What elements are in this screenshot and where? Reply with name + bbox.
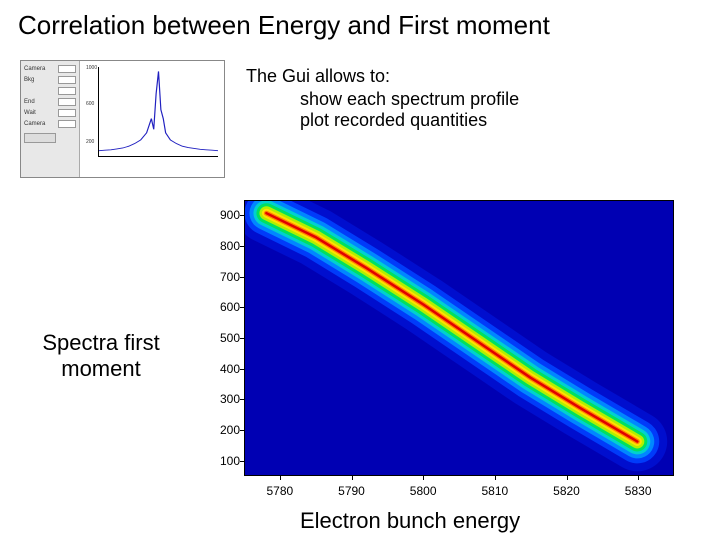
heatmap-plot-area <box>244 200 674 476</box>
gui-input <box>58 65 76 73</box>
bullet-item: plot recorded quantities <box>300 110 519 131</box>
spectrum-trace <box>99 71 218 150</box>
gui-ytick: 200 <box>86 139 94 145</box>
gui-input <box>58 120 76 128</box>
gui-control-panel: Camera Bkg End Wait Camera <box>21 61 79 177</box>
heatmap-ytick: 700 <box>210 270 240 284</box>
heatmap-ylabel: Spectra first moment <box>26 330 176 382</box>
bullet-item: show each spectrum profile <box>300 89 519 110</box>
gui-field-label: Bkg <box>24 77 56 83</box>
gui-field-label: Camera <box>24 66 56 72</box>
heatmap-ytick: 200 <box>210 423 240 437</box>
gui-button <box>24 133 56 143</box>
gui-screenshot: Camera Bkg End Wait Camera 1000 600 200 <box>20 60 225 178</box>
gui-input <box>58 76 76 84</box>
gui-field-label: Wait <box>24 110 56 116</box>
gui-spectrum-plot: 1000 600 200 <box>79 61 224 177</box>
gui-input <box>58 87 76 95</box>
heatmap-ytick: 100 <box>210 454 240 468</box>
heatmap-xtick: 5820 <box>553 484 580 498</box>
heatmap-ytick: 400 <box>210 362 240 376</box>
heatmap-ytick: 900 <box>210 208 240 222</box>
heatmap-canvas <box>245 201 673 475</box>
heatmap-xtick: 5790 <box>338 484 365 498</box>
gui-ytick: 1000 <box>86 65 97 71</box>
heatmap-xtick: 5800 <box>410 484 437 498</box>
gui-field-label: Camera <box>24 121 56 127</box>
heatmap-figure: 100 200 300 400 500 600 700 800 900 5780 5790 5800 5… <box>196 196 686 508</box>
heatmap-xtick: 5830 <box>625 484 652 498</box>
heatmap-ytick: 800 <box>210 239 240 253</box>
heatmap-xtick: 5780 <box>266 484 293 498</box>
gui-field-label: End <box>24 99 56 105</box>
gui-input <box>58 98 76 106</box>
heatmap-ytick: 300 <box>210 392 240 406</box>
bullet-intro: The Gui allows to: <box>246 66 519 87</box>
slide-title: Correlation between Energy and First mom… <box>18 10 550 41</box>
heatmap-ytick: 500 <box>210 331 240 345</box>
heatmap-xlabel: Electron bunch energy <box>300 508 520 534</box>
heatmap-xtick: 5810 <box>481 484 508 498</box>
description-block: The Gui allows to: show each spectrum pr… <box>246 66 519 131</box>
gui-input <box>58 109 76 117</box>
heatmap-ytick: 600 <box>210 300 240 314</box>
gui-ytick: 600 <box>86 101 94 107</box>
